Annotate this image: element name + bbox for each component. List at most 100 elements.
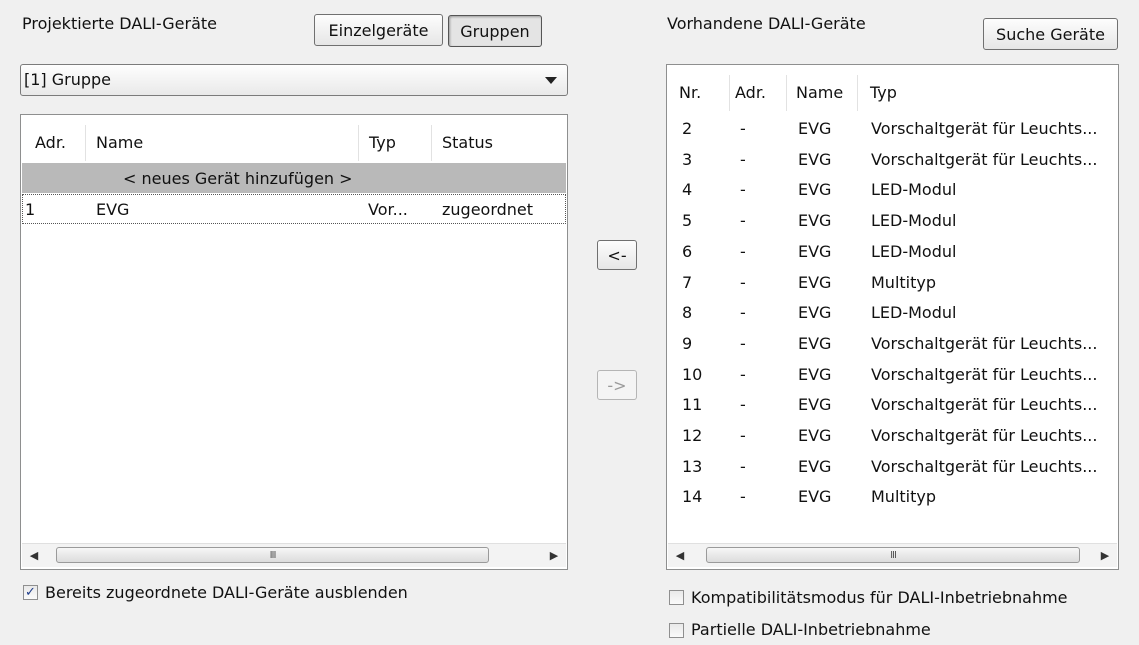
cell-name: EVG [798, 241, 832, 261]
cell-typ: Vorschaltgerät für Leuchts... [871, 119, 1098, 138]
cell-typ: Multityp [871, 272, 937, 292]
column-header-adr[interactable]: Adr. [35, 133, 66, 152]
arrow-left-icon[interactable]: ◀ [668, 544, 692, 566]
cell-status: zugeordnet [442, 200, 534, 219]
assign-right-button[interactable]: -> [597, 370, 637, 400]
scroll-grip: III [269, 549, 277, 561]
cell-typ: LED-Modul [871, 241, 957, 261]
column-divider[interactable] [431, 125, 432, 161]
scroll-grip: III [890, 549, 897, 561]
add-device-row[interactable]: < neues Gerät hinzufügen > [22, 163, 566, 193]
cell-typ: Vorschaltgerät für Leuchts... [871, 395, 1098, 415]
cell-name: EVG [798, 272, 832, 292]
group-select[interactable]: [1] Gruppe [20, 64, 568, 96]
cell-adr: - [740, 272, 746, 292]
table-row[interactable]: 2 - EVG Vorschaltgerät für Leuchts... [668, 113, 1117, 143]
cell-nr: 11 [682, 395, 703, 415]
cell-nr: 13 [682, 456, 703, 476]
column-header-typ[interactable]: Typ [870, 83, 897, 102]
groups-tab[interactable]: Gruppen [448, 15, 542, 47]
hide-assigned-label: Bereits zugeordnete DALI-Geräte ausblend… [45, 583, 408, 602]
partial-commissioning-checkbox[interactable] [669, 623, 684, 638]
cell-adr: - [740, 241, 746, 261]
cell-adr: - [740, 364, 746, 384]
add-device-label: < neues Gerät hinzufügen > [123, 169, 353, 188]
available-devices-list[interactable]: Nr. Adr. Name Typ 2 - EVG Vorschaltgerät fü… [666, 64, 1119, 570]
cell-nr: 14 [682, 487, 703, 507]
cell-typ: Multityp [871, 487, 937, 507]
column-header-name[interactable]: Name [796, 83, 843, 102]
cell-adr: - [740, 395, 746, 415]
cell-typ: LED-Modul [871, 180, 957, 200]
cell-adr: - [740, 456, 746, 476]
table-row[interactable]: 11 - EVG Vorschaltgerät für Leuchts... [668, 389, 1117, 419]
cell-name: EVG [96, 200, 130, 219]
compat-mode-checkbox[interactable] [669, 590, 684, 605]
cell-adr: - [740, 426, 746, 445]
cell-name: EVG [798, 303, 832, 323]
cell-adr: - [740, 119, 746, 138]
cell-name: EVG [798, 333, 832, 353]
table-row[interactable]: 9 - EVG Vorschaltgerät für Leuchts... [668, 328, 1117, 358]
partial-commissioning-label: Partielle DALI-Inbetriebnahme [691, 620, 931, 639]
column-divider[interactable] [358, 125, 359, 161]
table-row[interactable]: 6 - EVG LED-Modul [668, 236, 1117, 266]
assign-left-button[interactable]: <- [597, 240, 637, 270]
cell-name: EVG [798, 364, 832, 384]
cell-nr: 9 [682, 333, 693, 353]
cell-adr: - [740, 487, 746, 507]
cell-adr: 1 [25, 200, 36, 219]
cell-typ: LED-Modul [871, 303, 957, 323]
scroll-thumb[interactable]: III [56, 547, 489, 563]
cell-name: EVG [798, 211, 832, 231]
column-header-name[interactable]: Name [96, 133, 143, 152]
projected-devices-title: Projektierte DALI-Geräte [22, 14, 217, 33]
cell-nr: 6 [682, 241, 693, 261]
column-divider[interactable] [857, 75, 858, 111]
projected-devices-list[interactable]: Adr. Name Typ Status < neues Gerät hinzu… [20, 114, 568, 570]
column-divider[interactable] [729, 75, 730, 111]
cell-adr: - [740, 180, 746, 200]
compat-mode-label: Kompatibilitätsmodus für DALI-Inbetriebn… [691, 588, 1068, 607]
cell-adr: - [740, 303, 746, 323]
chevron-down-icon [545, 77, 557, 84]
column-header-status[interactable]: Status [442, 133, 493, 152]
cell-nr: 7 [682, 272, 693, 292]
available-devices-title: Vorhandene DALI-Geräte [667, 14, 866, 33]
cell-nr: 5 [682, 211, 693, 231]
cell-adr: - [740, 333, 746, 353]
table-row[interactable]: 1 EVG Vor... zugeordnet [22, 194, 566, 224]
table-row[interactable]: 13 - EVG Vorschaltgerät für Leuchts... [668, 451, 1117, 481]
column-header-typ[interactable]: Typ [369, 133, 396, 152]
scroll-thumb[interactable]: III [706, 547, 1080, 563]
cell-nr: 3 [682, 149, 693, 169]
cell-typ: Vor... [368, 200, 408, 219]
table-row[interactable]: 5 - EVG LED-Modul [668, 205, 1117, 235]
column-divider[interactable] [85, 125, 86, 161]
cell-typ: Vorschaltgerät für Leuchts... [871, 364, 1098, 384]
table-row[interactable]: 8 - EVG LED-Modul [668, 297, 1117, 327]
cell-typ: LED-Modul [871, 211, 957, 231]
single-devices-tab[interactable]: Einzelgeräte [314, 14, 443, 46]
table-row[interactable]: 14 - EVG Multityp [668, 481, 1117, 511]
table-row[interactable]: 4 - EVG LED-Modul [668, 174, 1117, 204]
column-divider[interactable] [786, 75, 787, 111]
cell-name: EVG [798, 487, 832, 507]
arrow-right-icon[interactable]: ▶ [542, 544, 566, 566]
arrow-right-icon[interactable]: ▶ [1093, 544, 1117, 566]
column-header-adr[interactable]: Adr. [735, 83, 766, 102]
horizontal-scrollbar[interactable]: ◀ III ▶ [668, 543, 1117, 567]
table-row[interactable]: 7 - EVG Multityp [668, 267, 1117, 297]
table-row[interactable]: 12 - EVG Vorschaltgerät für Leuchts... [668, 420, 1117, 450]
arrow-left-icon[interactable]: ◀ [22, 544, 46, 566]
table-row[interactable]: 10 - EVG Vorschaltgerät für Leuchts... [668, 359, 1117, 389]
hide-assigned-checkbox[interactable]: ✓ [23, 585, 38, 600]
cell-nr: 10 [682, 364, 703, 384]
search-devices-button[interactable]: Suche Geräte [983, 18, 1118, 50]
cell-name: EVG [798, 149, 832, 169]
horizontal-scrollbar[interactable]: ◀ III ▶ [22, 543, 566, 567]
column-header-nr[interactable]: Nr. [679, 83, 701, 102]
table-row[interactable]: 3 - EVG Vorschaltgerät für Leuchts... [668, 144, 1117, 174]
cell-adr: - [740, 211, 746, 231]
cell-nr: 4 [682, 180, 693, 200]
